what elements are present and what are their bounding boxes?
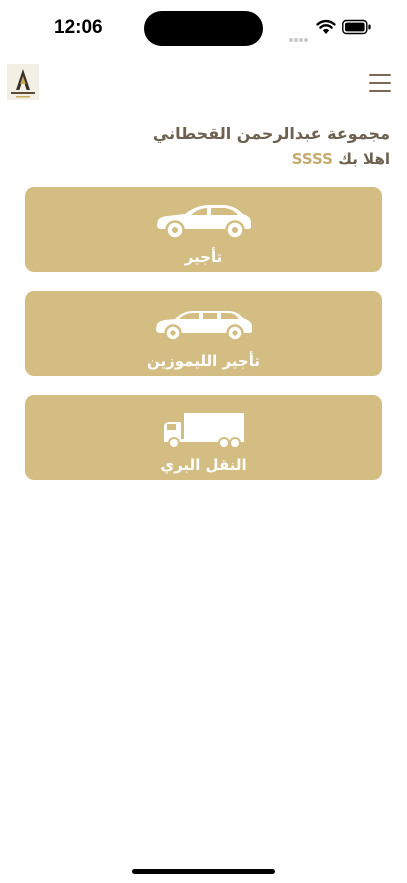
- welcome-text: اهلا بك SSSS: [292, 150, 390, 168]
- car-icon: [156, 205, 251, 240]
- home-indicator[interactable]: [132, 869, 275, 874]
- group-name-heading: مجموعة عبدالرحمن القحطاني: [152, 124, 390, 143]
- rental-card[interactable]: تأجير: [25, 187, 382, 272]
- limousine-icon: [155, 311, 252, 342]
- battery-icon: [342, 19, 371, 35]
- limousine-rental-card[interactable]: تأجير الليموزين: [25, 291, 382, 376]
- hamburger-menu-icon: [369, 74, 391, 76]
- rental-label: تأجير: [184, 248, 223, 266]
- status-time: 12:06: [54, 17, 103, 38]
- menu-button[interactable]: [369, 74, 391, 92]
- app-screen: 12:06 مجموعة عبدالرحمن القحطاني اهلا بك: [0, 0, 407, 883]
- company-logo-icon: [7, 64, 39, 100]
- status-bar: 12:06: [0, 0, 407, 56]
- wifi-icon: [316, 19, 336, 34]
- land-transport-card[interactable]: النقل البري: [25, 395, 382, 480]
- dynamic-island: [144, 11, 263, 46]
- land-transport-label: النقل البري: [160, 456, 247, 474]
- truck-icon: [163, 413, 244, 449]
- user-name: SSSS: [291, 150, 333, 168]
- cellular-signal-icon: [289, 27, 309, 46]
- limousine-rental-label: تأجير الليموزين: [147, 352, 260, 370]
- welcome-label: اهلا بك: [338, 150, 390, 168]
